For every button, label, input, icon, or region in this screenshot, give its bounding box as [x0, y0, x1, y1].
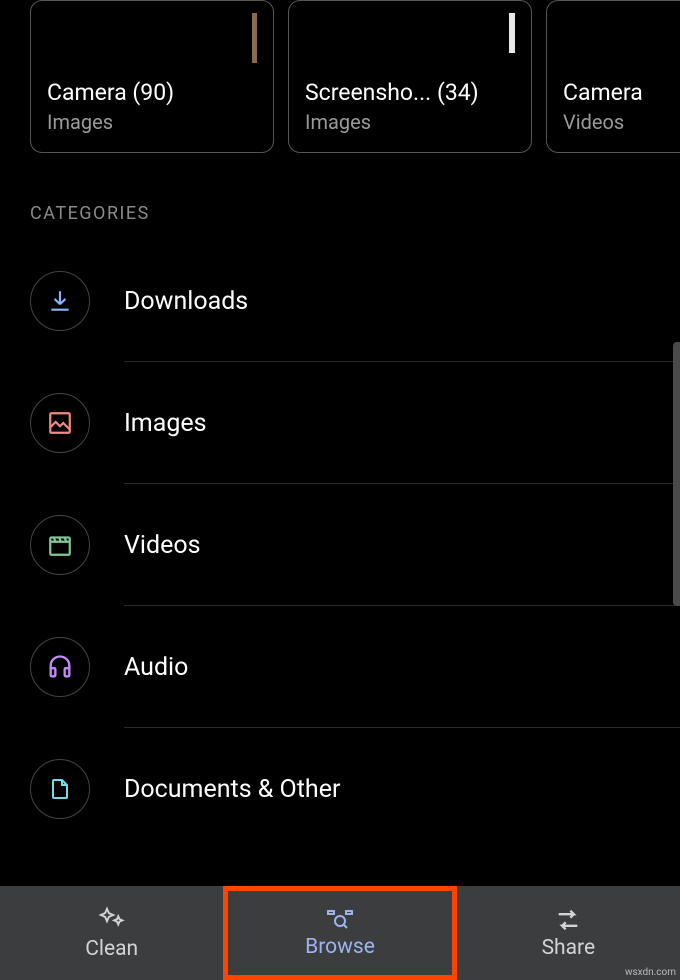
category-list: Downloads Images Videos Au: [0, 240, 680, 850]
share-icon: [553, 906, 583, 934]
category-label: Downloads: [124, 287, 248, 316]
folder-row: Camera (90) Images Screensho... (34) Ima…: [0, 0, 680, 153]
watermark: wsxdn.com: [625, 967, 676, 978]
categories-header: CATEGORIES: [0, 153, 680, 240]
nav-browse[interactable]: Browse: [223, 886, 456, 980]
folder-thumbnails: [563, 13, 680, 71]
folder-type: Videos: [563, 110, 680, 134]
image-icon: [30, 393, 90, 453]
nav-share[interactable]: Share: [457, 886, 680, 980]
folder-type: Images: [47, 110, 257, 134]
category-label: Videos: [124, 531, 201, 560]
browse-icon: [325, 907, 355, 933]
nav-label: Clean: [85, 937, 138, 961]
category-videos[interactable]: Videos: [30, 484, 680, 606]
nav-label: Browse: [305, 935, 375, 959]
folder-thumbnails: [305, 13, 515, 71]
nav-label: Share: [542, 936, 596, 960]
category-label: Documents & Other: [124, 775, 340, 804]
sparkle-icon: [97, 905, 127, 935]
folder-title: Screensho... (34): [305, 79, 515, 106]
document-icon: [30, 759, 90, 819]
audio-icon: [30, 637, 90, 697]
category-documents[interactable]: Documents & Other: [30, 728, 680, 850]
scroll-indicator[interactable]: [673, 342, 680, 606]
nav-clean[interactable]: Clean: [0, 886, 223, 980]
category-label: Audio: [124, 653, 188, 682]
folder-card-camera-videos[interactable]: Camera Videos: [546, 0, 680, 153]
folder-card-screenshots[interactable]: Screensho... (34) Images: [288, 0, 532, 153]
download-icon: [30, 271, 90, 331]
folder-type: Images: [305, 110, 515, 134]
folder-thumbnails: [47, 13, 257, 71]
category-images[interactable]: Images: [30, 362, 680, 484]
folder-title: Camera (90): [47, 79, 257, 106]
folder-title: Camera: [563, 79, 680, 106]
category-audio[interactable]: Audio: [30, 606, 680, 728]
category-label: Images: [124, 409, 207, 438]
bottom-nav: Clean Browse Share: [0, 886, 680, 980]
category-downloads[interactable]: Downloads: [30, 240, 680, 362]
folder-card-camera[interactable]: Camera (90) Images: [30, 0, 274, 153]
video-icon: [30, 515, 90, 575]
